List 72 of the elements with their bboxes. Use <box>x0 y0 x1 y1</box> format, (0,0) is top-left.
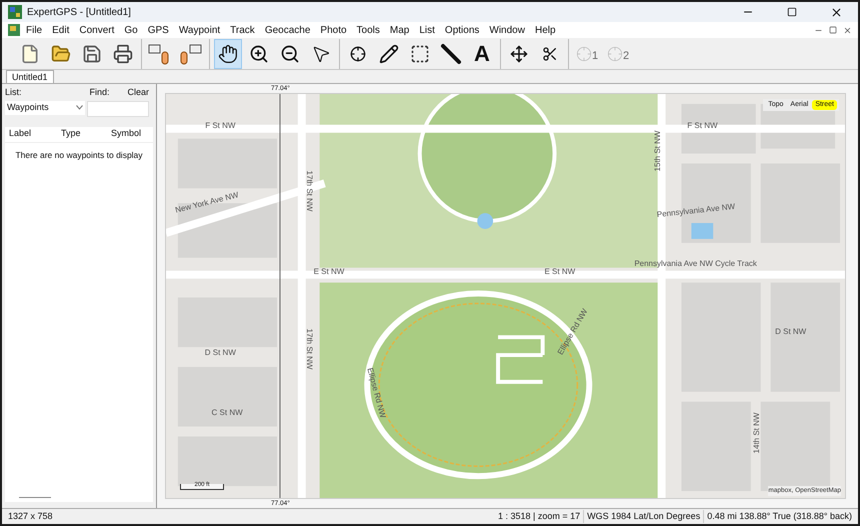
document-icon <box>8 24 20 36</box>
new-file-icon <box>20 44 40 64</box>
street-label: Pennsylvania Ave NW <box>656 203 736 220</box>
maximize-icon <box>787 7 797 17</box>
street-label: Pennsylvania Ave NW Cycle Track <box>634 260 757 268</box>
menu-item[interactable]: Options <box>440 22 484 38</box>
list-dropdown[interactable]: Waypoints <box>5 100 85 114</box>
find-label: Find: <box>89 86 110 99</box>
street-label: Ellipse Rd NW <box>366 367 388 419</box>
column-header[interactable]: Symbol <box>107 127 146 141</box>
menu-item[interactable]: Go <box>120 22 142 38</box>
street-label: E St NW <box>314 268 344 276</box>
window-title: ExpertGPS - [Untitled1] <box>27 6 131 20</box>
gps-transfer-icon <box>179 42 203 64</box>
list-label: List: <box>5 86 22 99</box>
empty-message: There are no waypoints to display <box>14 148 144 162</box>
menu-item[interactable]: Geocache <box>260 22 314 38</box>
clear-link[interactable]: Clear <box>127 86 149 100</box>
find-field[interactable] <box>87 100 149 116</box>
street-label: 17th St NW <box>304 170 313 212</box>
chevron-down-icon <box>76 105 83 110</box>
ruler-icon <box>440 42 462 64</box>
close-icon <box>830 6 842 18</box>
crosshair-icon <box>576 46 592 62</box>
menu-item[interactable]: Help <box>530 22 560 38</box>
menu-item[interactable]: Waypoint <box>174 22 224 38</box>
dashed-rectangle-icon <box>410 44 430 64</box>
status-text: 1327 x 758 <box>7 510 54 523</box>
menu-item[interactable]: Window <box>485 22 529 38</box>
crosshair-icon <box>606 46 623 62</box>
street-label: F St NW <box>205 122 236 130</box>
menu-item[interactable]: Track <box>226 22 259 38</box>
menu-item[interactable]: Edit <box>48 22 74 38</box>
point-number: 1 <box>592 50 598 62</box>
restore-icon[interactable] <box>829 26 837 34</box>
street-label: D St NW <box>775 328 806 336</box>
status-text: 1 : 3518 | zoom = 17 <box>496 510 582 523</box>
close-icon[interactable] <box>843 26 852 34</box>
menu-item[interactable]: Map <box>386 22 414 38</box>
zoom-in-icon <box>249 44 269 64</box>
document-tab[interactable]: Untitled1 <box>6 70 54 83</box>
street-label: New York Ave NW <box>174 191 240 215</box>
menu-item[interactable]: Convert <box>75 22 118 38</box>
menu-item[interactable]: List <box>415 22 439 38</box>
status-text: 0.48 mi 138.88° True (318.88° back) <box>703 510 855 524</box>
hand-icon <box>218 44 238 64</box>
toolbar-button[interactable] <box>214 38 242 68</box>
street-label: 15th St NW <box>654 130 662 171</box>
point-number: 2 <box>622 50 630 62</box>
street-label: C St NW <box>212 409 243 418</box>
street-label: 17th St NW <box>304 328 313 369</box>
move-pointer-icon <box>510 44 528 62</box>
text-tool-label: A <box>474 42 490 64</box>
toolbar-button[interactable]: A <box>468 38 496 68</box>
street-label: D St NW <box>204 348 236 357</box>
column-header[interactable]: Type <box>57 127 107 141</box>
scissors-icon <box>542 46 558 62</box>
status-text: WGS 1984 Lat/Lon Degrees <box>583 510 704 524</box>
printer-icon <box>113 44 133 64</box>
menu-item[interactable]: File <box>22 22 46 38</box>
crosshair-icon <box>350 46 366 62</box>
street-label: 14th St NW <box>752 412 761 454</box>
zoom-out-icon <box>280 44 300 64</box>
menu-item[interactable]: Photo <box>316 22 351 38</box>
folder-icon <box>51 44 71 64</box>
pencil-icon <box>379 44 399 64</box>
column-header[interactable]: Label <box>5 127 57 141</box>
street-label: F St NW <box>687 122 718 130</box>
street-label: E St NW <box>544 268 576 276</box>
menu-item[interactable]: Tools <box>352 22 384 38</box>
menu-item[interactable]: GPS <box>144 22 173 38</box>
app-logo-icon <box>8 5 22 19</box>
